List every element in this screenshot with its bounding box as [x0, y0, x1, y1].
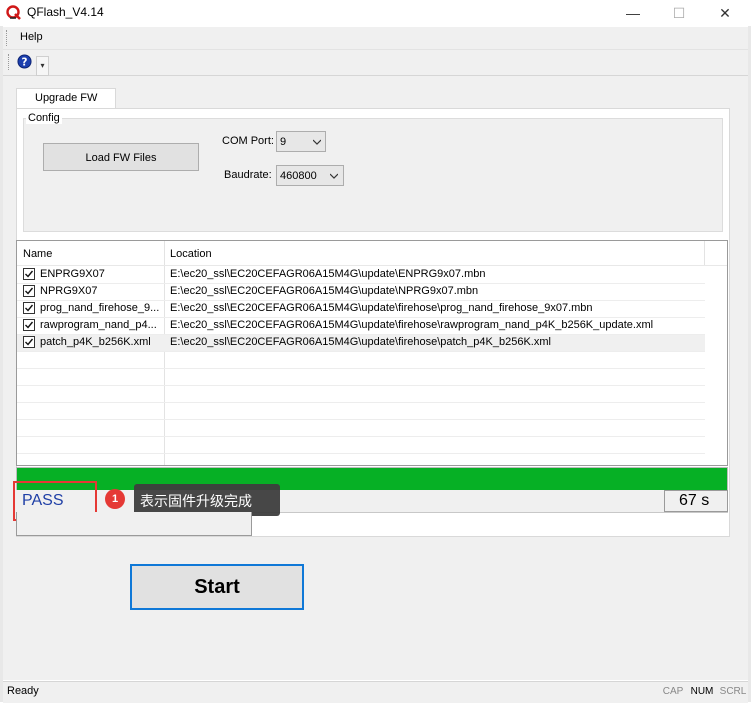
close-button[interactable]: ✕: [702, 0, 748, 26]
toolbar-grip-handle[interactable]: [8, 54, 12, 70]
status-bar-text: Ready: [7, 685, 39, 697]
chevron-down-icon: [313, 139, 321, 145]
row-divider: [17, 402, 705, 403]
row-location: E:\ec20_ssl\EC20CEFAGR06A15M4G\update\EN…: [170, 268, 486, 280]
header-divider: [17, 265, 727, 266]
row-name: patch_p4K_b256K.xml: [40, 336, 151, 348]
row-location: E:\ec20_ssl\EC20CEFAGR06A15M4G\update\fi…: [170, 302, 593, 314]
checkmark-icon: [25, 338, 34, 346]
menu-help[interactable]: Help: [20, 31, 43, 43]
row-divider: [17, 300, 705, 301]
baudrate-label: Baudrate:: [224, 169, 272, 181]
chevron-down-icon: [330, 173, 338, 179]
row-name: rawprogram_nand_p4...: [40, 319, 157, 331]
row-location: E:\ec20_ssl\EC20CEFAGR06A15M4G\update\NP…: [170, 285, 479, 297]
row-divider: [17, 317, 705, 318]
column-divider[interactable]: [704, 241, 705, 265]
scroll-lock-indicator: SCRL: [719, 686, 747, 697]
caps-lock-indicator: CAP: [662, 686, 684, 697]
com-port-label: COM Port:: [222, 135, 274, 147]
menu-bar: [3, 27, 748, 50]
minimize-button[interactable]: —: [610, 0, 656, 26]
baudrate-value: 460800: [280, 170, 317, 182]
row-location: E:\ec20_ssl\EC20CEFAGR06A15M4G\update\fi…: [170, 319, 654, 331]
progress-bar-fill: [17, 468, 727, 490]
row-divider: [17, 368, 705, 369]
help-question-icon[interactable]: ?: [17, 54, 32, 69]
maximize-button[interactable]: ☐: [656, 0, 702, 26]
app-logo-icon: [6, 5, 21, 20]
config-groupbox: [23, 118, 723, 232]
row-location: E:\ec20_ssl\EC20CEFAGR06A15M4G\update\fi…: [170, 336, 551, 348]
checkmark-icon: [25, 321, 34, 329]
checkmark-icon: [25, 270, 34, 278]
toolbar: [3, 50, 748, 76]
toolbar-overflow-chevron-icon[interactable]: ▾: [36, 56, 49, 76]
tab-upgrade-fw-label: Upgrade FW: [35, 92, 98, 104]
row-divider: [17, 453, 705, 454]
annotation-number-badge: 1: [105, 489, 125, 509]
elapsed-time-text: 67 s: [679, 492, 710, 509]
row-divider: [17, 419, 705, 420]
column-header-name[interactable]: Name: [23, 248, 52, 260]
svg-text:?: ?: [22, 56, 28, 68]
load-fw-files-button[interactable]: Load FW Files: [43, 143, 199, 171]
num-lock-indicator: NUM: [690, 686, 714, 697]
checkmark-icon: [25, 287, 34, 295]
row-divider: [17, 351, 705, 352]
row-divider: [17, 283, 705, 284]
status-bar: [3, 681, 748, 703]
column-divider[interactable]: [164, 241, 165, 465]
row-divider: [17, 436, 705, 437]
com-port-value: 9: [280, 136, 287, 148]
column-header-location[interactable]: Location: [170, 248, 212, 260]
annotation-text: 表示固件升级完成: [140, 494, 252, 510]
checkmark-icon: [25, 304, 34, 312]
menu-grip-handle[interactable]: [6, 30, 10, 46]
row-name: prog_nand_firehose_9...: [40, 302, 160, 314]
status-detail-box: [16, 512, 252, 536]
window-title: QFlash_V4.14: [27, 5, 104, 19]
config-group-label: Config: [26, 112, 62, 124]
row-name: ENPRG9X07: [40, 268, 105, 280]
row-divider: [17, 385, 705, 386]
start-button[interactable]: Start: [130, 564, 304, 610]
row-divider: [17, 334, 705, 335]
row-name: NPRG9X07: [40, 285, 98, 297]
